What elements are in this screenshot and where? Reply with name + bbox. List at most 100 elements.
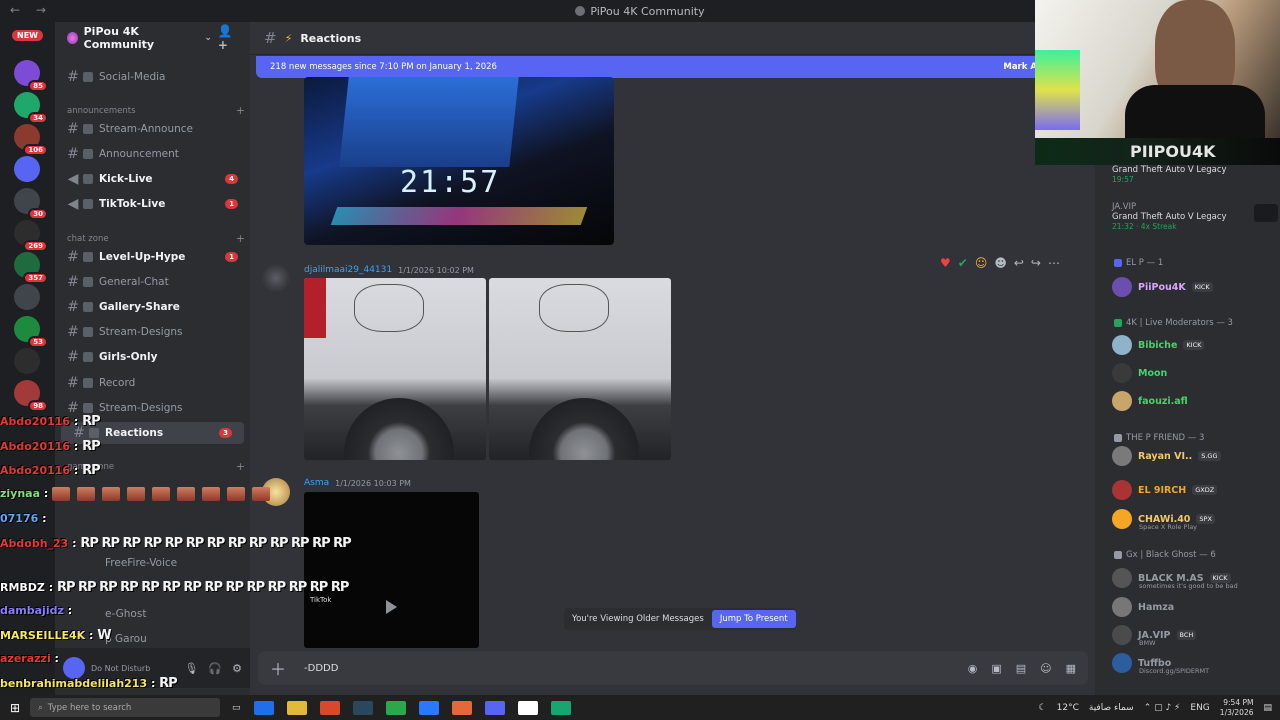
taskbar-app-icon[interactable] xyxy=(385,700,406,715)
taskbar-clock[interactable]: 9:54 PM 1/3/2026 xyxy=(1220,698,1254,718)
member-activity: Grand Theft Auto V Legacy 19:57 xyxy=(1112,165,1227,184)
avatar xyxy=(1112,363,1132,383)
add-attachment-icon[interactable]: ＋ xyxy=(270,656,286,680)
channel-item[interactable]: # Stream-Designs xyxy=(55,321,250,343)
add-reaction-icon[interactable]: ☻ xyxy=(994,256,1007,270)
webcam-brand-text: PIIPOU4K xyxy=(1130,142,1216,161)
chat-emote-icon xyxy=(252,487,271,501)
taskbar-search[interactable]: ⌕ Type here to search xyxy=(30,698,220,717)
language-indicator[interactable]: ENG xyxy=(1190,703,1209,713)
server-icon[interactable]: 34 xyxy=(14,92,48,124)
add-channel-icon[interactable]: + xyxy=(236,460,245,473)
headphones-icon[interactable]: 🎧 xyxy=(208,662,222,675)
channel-item[interactable]: # Level-Up-Hype 1 xyxy=(55,246,250,268)
message-author[interactable]: Asma xyxy=(304,478,329,488)
taskbar-app-icon[interactable] xyxy=(253,700,274,715)
image-attachment-car-left[interactable] xyxy=(304,278,486,460)
taskbar-app-icon[interactable] xyxy=(484,700,505,715)
server-icon[interactable] xyxy=(14,156,40,182)
channel-item[interactable]: # General-Chat xyxy=(55,271,250,293)
voice-channel-item[interactable]: FreeFire-Voice xyxy=(55,552,250,574)
channel-item[interactable]: # Stream-Announce xyxy=(55,118,250,140)
heart-reaction-icon[interactable]: ♥ xyxy=(940,256,951,270)
server-icon[interactable]: 30 xyxy=(14,188,48,220)
member-item[interactable]: Hamza xyxy=(1112,595,1277,619)
emoji-icon[interactable]: ☺ xyxy=(1040,662,1051,675)
channel-item[interactable]: # Announcement xyxy=(55,143,250,165)
check-reaction-icon[interactable]: ✔ xyxy=(958,256,968,270)
chat-emote-icon xyxy=(177,487,196,501)
taskbar-app-icon[interactable] xyxy=(286,700,307,715)
channel-category[interactable]: chat zone + xyxy=(67,232,245,245)
taskbar-app-icon[interactable] xyxy=(352,700,373,715)
server-icon[interactable]: 357 xyxy=(14,252,48,284)
notification-icon[interactable]: ▤ xyxy=(1263,703,1272,713)
more-options-icon[interactable]: ⋯ xyxy=(1048,256,1060,270)
new-messages-banner[interactable]: 218 new messages since 7:10 PM on Januar… xyxy=(256,56,1056,78)
taskbar-app-icon[interactable] xyxy=(517,700,538,715)
stream-chat-user: ziynaa xyxy=(0,487,41,500)
member-item[interactable]: JA.VIP BCH BMW xyxy=(1112,623,1277,647)
server-icon[interactable] xyxy=(14,348,40,374)
laugh-reaction-icon[interactable]: ☺ xyxy=(975,256,988,270)
member-item[interactable]: BLACK M.AS KICK sometimes it's good to be … xyxy=(1112,566,1277,590)
video-attachment[interactable]: TikTok xyxy=(304,492,479,648)
member-item[interactable]: CHAWi.40 SPX Space X Role Play xyxy=(1112,507,1277,531)
server-icon[interactable] xyxy=(14,284,40,310)
gear-icon[interactable]: ⚙ xyxy=(232,662,242,675)
sticker-icon[interactable]: ▤ xyxy=(1016,662,1026,675)
apps-icon[interactable]: ▦ xyxy=(1066,662,1076,675)
app-launcher-icon[interactable]: ◉ xyxy=(968,662,978,675)
forward-icon[interactable]: ↪ xyxy=(1031,256,1041,270)
task-view-icon[interactable]: ▭ xyxy=(232,703,241,713)
gif-icon[interactable]: ▣ xyxy=(991,662,1001,675)
member-item[interactable]: faouzi.afl xyxy=(1112,389,1277,413)
tray-icons[interactable]: ⌃ ▢ ♪ ⚡ xyxy=(1144,703,1181,713)
jump-to-present-button[interactable]: Jump To Present xyxy=(711,610,796,628)
taskbar-app-icon[interactable] xyxy=(550,700,571,715)
invite-people-icon[interactable]: 👤+ xyxy=(218,24,240,52)
image-attachment-car-right[interactable] xyxy=(489,278,671,460)
windows-start-icon[interactable]: ⊞ xyxy=(0,701,30,715)
add-channel-icon[interactable]: + xyxy=(236,104,245,117)
voice-channel-item[interactable]: e-Ghost xyxy=(55,603,250,625)
weather-temp[interactable]: 12°C xyxy=(1057,703,1079,713)
channel-item[interactable]: # Record xyxy=(55,372,250,394)
add-channel-icon[interactable]: + xyxy=(236,232,245,245)
channel-item[interactable]: # Gallery-Share xyxy=(55,296,250,318)
member-item[interactable]: PiiPou4K KICK xyxy=(1112,275,1277,299)
member-item[interactable]: Tuffbo Discord.gg/SPIDERMT xyxy=(1112,651,1277,675)
taskbar-app-icon[interactable] xyxy=(451,700,472,715)
member-item[interactable]: Moon xyxy=(1112,361,1277,385)
reply-icon[interactable]: ↩ xyxy=(1014,256,1024,270)
taskbar-app-icon[interactable] xyxy=(319,700,340,715)
message-composer[interactable]: ＋ -DDDD ◉ ▣ ▤ ☺ ▦ xyxy=(258,651,1088,685)
member-tag: GXDZ xyxy=(1192,485,1218,495)
server-icon[interactable]: 85 xyxy=(14,60,48,92)
hashtag-icon: # xyxy=(67,324,79,340)
server-icon[interactable]: 53 xyxy=(14,316,48,348)
channel-item[interactable]: # Social-Media xyxy=(55,66,250,88)
message-input[interactable]: -DDDD xyxy=(304,663,338,674)
channel-category[interactable]: announcements + xyxy=(67,104,245,117)
play-icon[interactable] xyxy=(386,600,397,614)
message-author[interactable]: djalilmaai29_44131 xyxy=(304,265,392,275)
server-icon[interactable]: 269 xyxy=(14,220,48,252)
avatar[interactable] xyxy=(262,264,290,292)
server-icon[interactable]: 98 xyxy=(14,380,48,412)
member-item[interactable]: Rayan VI.. S.GG xyxy=(1112,444,1277,468)
channel-item[interactable]: ◀ Kick-Live 4 xyxy=(55,168,250,190)
chevron-down-icon[interactable]: ⌄ xyxy=(204,33,212,43)
channel-item[interactable]: # Girls-Only xyxy=(55,346,250,368)
server-icon[interactable]: 106 xyxy=(14,124,48,156)
image-attachment-monitor[interactable]: 21:57 xyxy=(304,77,614,245)
server-header[interactable]: PiPou 4K Community ⌄ 👤+ xyxy=(55,22,250,54)
channel-item[interactable]: ◀ TikTok-Live 1 xyxy=(55,193,250,215)
member-item[interactable]: EL 9IRCH GXDZ xyxy=(1112,478,1277,502)
member-activity[interactable]: JA.VIP Grand Theft Auto V Legacy 21:32 ·… xyxy=(1112,202,1278,231)
member-item[interactable]: Bibiche KICK xyxy=(1112,333,1277,357)
mic-icon[interactable]: 🎙 xyxy=(184,662,198,675)
taskbar-app-icon[interactable] xyxy=(418,700,439,715)
weather-icon[interactable]: ☾ xyxy=(1039,703,1047,713)
back-forward-arrows[interactable]: ← → xyxy=(10,3,52,17)
